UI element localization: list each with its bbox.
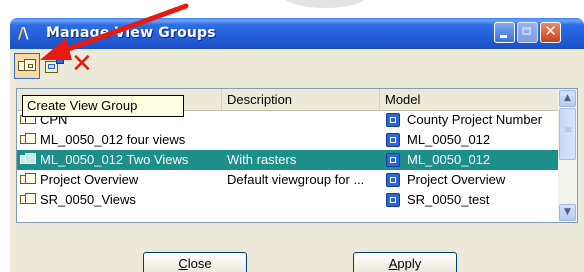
- model-icon: [386, 133, 400, 147]
- view-group-icon: [20, 153, 36, 166]
- scroll-down-button[interactable]: ▼: [559, 204, 576, 221]
- vertical-scrollbar[interactable]: ▲ ▼: [558, 89, 577, 222]
- row-name: SR_0050_Views: [40, 192, 136, 207]
- close-window-button[interactable]: ✕: [540, 22, 561, 43]
- row-model: SR_0050_test: [407, 192, 490, 207]
- model-icon: [386, 113, 400, 127]
- row-name: ML_0050_012 four views: [40, 132, 186, 147]
- delete-icon: ✕: [71, 49, 93, 79]
- delete-view-group-button[interactable]: ✕: [70, 49, 96, 79]
- edit-view-group-button[interactable]: [42, 53, 68, 79]
- scroll-up-button[interactable]: ▲: [559, 90, 576, 107]
- column-header-model[interactable]: Model: [380, 89, 558, 110]
- chevron-up-icon: ▲: [564, 93, 571, 103]
- model-icon: [386, 173, 400, 187]
- row-model: ML_0050_012: [407, 152, 491, 167]
- chevron-down-icon: ▼: [564, 207, 571, 217]
- maximize-button[interactable]: [517, 22, 538, 43]
- view-group-icon: [20, 193, 36, 206]
- row-model: Project Overview: [407, 172, 506, 187]
- create-view-group-tooltip: Create View Group: [22, 95, 184, 117]
- create-view-group-button[interactable]: [14, 53, 40, 79]
- row-model: County Project Number: [407, 112, 543, 127]
- manage-view-groups-dialog: /\ Manage View Groups ✕ ✕ Name De: [10, 18, 584, 272]
- column-header-description[interactable]: Description: [222, 89, 380, 110]
- list-item[interactable]: Project Overview Default viewgroup for .…: [17, 170, 558, 190]
- model-icon: [386, 153, 400, 167]
- row-name: ML_0050_012 Two Views: [40, 152, 189, 167]
- background-shape: [280, 0, 370, 8]
- model-icon: [386, 193, 400, 207]
- row-description: With rasters: [227, 152, 297, 167]
- row-description: Default viewgroup for ...: [227, 172, 365, 187]
- row-model: ML_0050_012: [407, 132, 491, 147]
- create-view-group-icon: [18, 59, 36, 73]
- toolbar: ✕: [10, 49, 584, 81]
- view-group-icon: [20, 173, 36, 186]
- view-group-icon: [20, 133, 36, 146]
- scroll-thumb[interactable]: [559, 108, 576, 160]
- close-icon: ✕: [544, 22, 557, 40]
- row-name: Project Overview: [40, 172, 139, 187]
- list-item-selected[interactable]: ML_0050_012 Two Views With rasters ML_00…: [17, 150, 558, 170]
- microstation-app-icon: / \: [18, 24, 29, 42]
- minimize-button[interactable]: [494, 22, 515, 43]
- close-button[interactable]: Close: [143, 252, 247, 272]
- list-item[interactable]: ML_0050_012 four views ML_0050_012: [17, 130, 558, 150]
- list-item[interactable]: SR_0050_Views SR_0050_test: [17, 190, 558, 210]
- window-title: Manage View Groups: [46, 25, 216, 41]
- title-bar[interactable]: / \ Manage View Groups ✕: [10, 18, 584, 49]
- apply-button[interactable]: Apply: [353, 252, 457, 272]
- edit-view-group-icon: [45, 58, 64, 73]
